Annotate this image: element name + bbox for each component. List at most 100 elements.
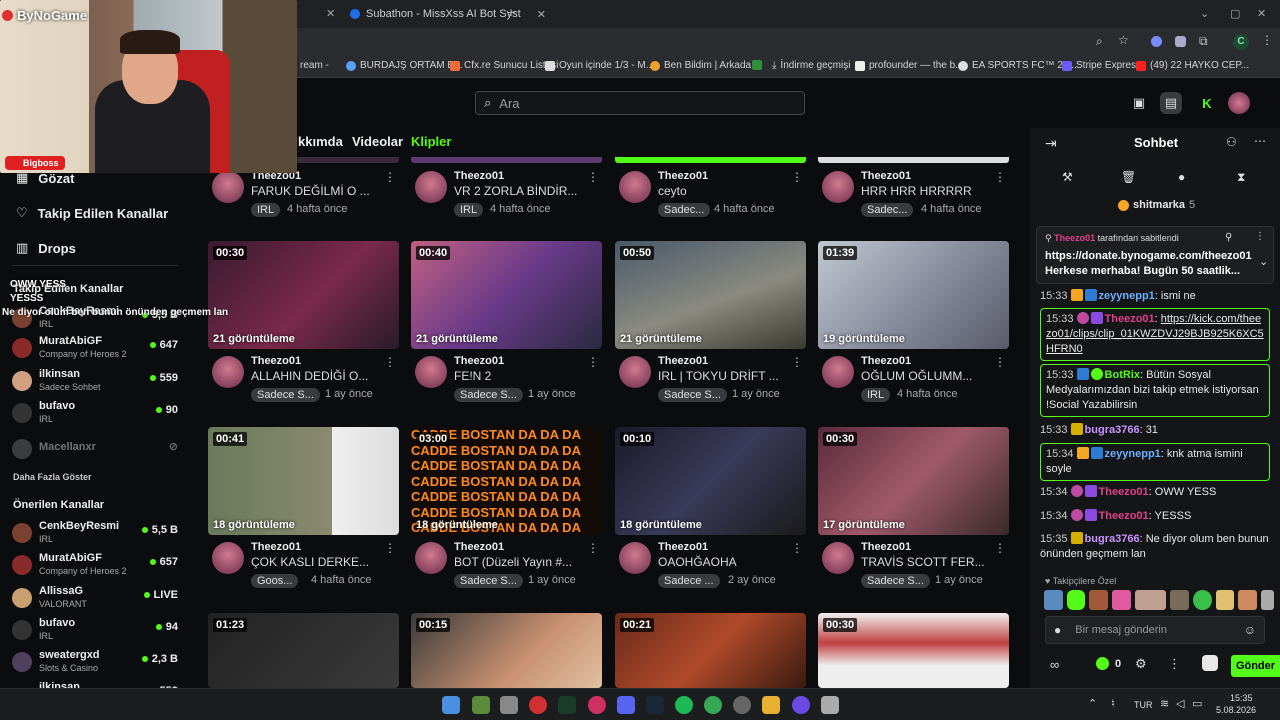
bookmark-item[interactable]: (49) 22 HAYKO CEP... <box>1136 60 1249 71</box>
tab-videos[interactable]: Videolar <box>352 134 403 149</box>
user-settings-icon[interactable]: ⚇ <box>1226 135 1237 149</box>
emote-icon[interactable] <box>1089 590 1108 610</box>
menu-icon[interactable]: ⋮ <box>1261 33 1273 47</box>
chevron-down-icon[interactable]: ⌄ <box>1200 7 1209 20</box>
more-options-icon[interactable]: ⋮ <box>587 170 599 184</box>
clip-thumbnail[interactable]: 00:15 <box>411 613 602 688</box>
app-icon[interactable] <box>588 696 606 714</box>
search-input[interactable]: ⌕ Ara <box>475 91 805 115</box>
chat-message[interactable]: 15:33 zeyynepp1: ismi ne <box>1040 289 1270 304</box>
clock-time[interactable]: 15:35 <box>1230 693 1253 703</box>
chevron-down-icon[interactable]: ⌄ <box>1259 255 1268 268</box>
clip-card[interactable]: Theezo01 BOT (Düzeli Yayın #... Sadece S.… <box>411 541 606 588</box>
puzzle-icon[interactable]: ⧉ <box>1199 34 1208 49</box>
bookmark-item[interactable]: Oyun içinde 1/3 - M... <box>545 60 654 71</box>
gear-icon[interactable]: ⚙ <box>1135 656 1147 672</box>
infinity-icon[interactable]: ∞ <box>1050 657 1059 672</box>
bookmark-item[interactable]: Stripe Express <box>1062 60 1141 71</box>
clip-card[interactable]: Theezo01 ALLAHIN DEDİĞİ O... Sadece S... 1… <box>208 355 403 402</box>
clip-thumbnail[interactable]: 00:21 <box>615 613 806 688</box>
new-tab-button[interactable]: + <box>507 4 515 20</box>
hammer-icon[interactable]: ⚒ <box>1062 170 1073 184</box>
bookmark-item[interactable]: ⤓ İndirme geçmişi <box>772 60 850 71</box>
chat-message[interactable]: 15:33 bugra3766: 31 <box>1040 423 1270 438</box>
more-options-icon[interactable]: ⋮ <box>994 170 1006 184</box>
emote-icon[interactable] <box>1238 590 1257 610</box>
clip-thumbnail[interactable] <box>818 157 1009 163</box>
battery-icon[interactable]: ▭ <box>1192 697 1202 710</box>
bookmark-item[interactable]: profounder — the b... <box>855 60 964 71</box>
emote-icon[interactable] <box>1044 590 1063 610</box>
shield-icon[interactable] <box>1175 36 1186 47</box>
more-options-icon[interactable]: ⋮ <box>791 355 803 369</box>
volume-icon[interactable]: ◁ <box>1176 697 1184 710</box>
show-more-link[interactable]: Daha Fazla Göster <box>13 472 92 482</box>
more-options-icon[interactable]: ⋮ <box>994 355 1006 369</box>
browser-tab[interactable]: Subathon - MissXss AI Bot Syst ✕ <box>350 4 546 24</box>
more-icon[interactable]: ⋮ <box>1168 656 1181 672</box>
emote-icon[interactable] <box>1260 590 1275 610</box>
folder-icon[interactable] <box>762 696 780 714</box>
kick-logo-icon[interactable]: K <box>1196 92 1218 114</box>
unpin-icon[interactable]: ⚲ <box>1225 232 1232 243</box>
chat-message[interactable]: 15:34 zeyynepp1: knk atma ismini soyle <box>1040 443 1270 481</box>
sidebar-item-following[interactable]: ♡ Takip Edilen Kanallar <box>16 205 168 221</box>
windows-start-icon[interactable] <box>442 696 460 714</box>
extension-icon[interactable] <box>1151 36 1162 47</box>
followed-channel[interactable]: MuratAbiGF Company of Heroes 2 647 <box>12 335 180 363</box>
language-indicator[interactable]: TUR <box>1134 700 1153 710</box>
chevron-up-icon[interactable]: ⌃ <box>1088 697 1097 710</box>
bookmark-item[interactable]: EA SPORTS FC™ 24... <box>958 60 1077 71</box>
bookmark-item[interactable]: BURDAJŞ ORTAM B... <box>346 60 462 71</box>
chrome-icon[interactable] <box>704 696 722 714</box>
chat-message[interactable]: 15:34 Theezo01: YESSS <box>1040 509 1270 524</box>
app-icon[interactable] <box>821 696 839 714</box>
app-icon[interactable] <box>733 696 751 714</box>
clip-thumbnail[interactable]: 01:39 19 görüntüleme <box>818 241 1009 349</box>
emote-icon[interactable] <box>1111 590 1131 610</box>
more-options-icon[interactable]: ⋮ <box>994 541 1006 555</box>
clip-thumbnail[interactable] <box>615 157 806 163</box>
more-options-icon[interactable]: ⋮ <box>587 355 599 369</box>
chat-message[interactable]: 15:34 Theezo01: OWW YESS <box>1040 485 1270 500</box>
app-icon[interactable] <box>558 696 576 714</box>
followed-channel[interactable]: bufavo IRL 90 <box>12 400 180 428</box>
emote-icon[interactable] <box>1215 590 1235 610</box>
clip-thumbnail[interactable]: 00:41 18 görüntüleme <box>208 427 399 535</box>
followed-channel[interactable]: ilkinsan Sadece Sohbet 559 <box>12 368 180 396</box>
emoji-icon[interactable]: ☺ <box>1244 623 1256 637</box>
more-options-icon[interactable]: ⋮ <box>384 355 396 369</box>
channel-points[interactable]: 0 <box>1096 657 1121 670</box>
recommended-channel[interactable]: CenkBeyResmi IRL 5,5 B <box>12 520 180 548</box>
emote-icon[interactable] <box>1066 590 1086 610</box>
restore-icon[interactable]: ▢ <box>1230 7 1240 20</box>
clip-thumbnail[interactable]: 01:23 <box>208 613 399 688</box>
recommended-channel[interactable]: bufavo IRL 94 <box>12 617 180 645</box>
sidebar-item-drops[interactable]: ▥ Drops <box>16 240 76 256</box>
steam-icon[interactable] <box>646 696 664 714</box>
clip-card[interactable]: Theezo01 TRAVİS SCOTT FER... Sadece S... 1… <box>818 541 1013 588</box>
wifi-icon[interactable]: ≋ <box>1160 697 1169 710</box>
clip-thumbnail[interactable]: 00:30 <box>818 613 1009 688</box>
clip-card[interactable]: Theezo01 HRR HRR HRRRRR Sadec... 4 hafta ö… <box>818 170 1013 217</box>
clock-date[interactable]: 5.08.2026 <box>1216 705 1256 715</box>
close-icon[interactable]: ✕ <box>326 7 335 20</box>
zoom-icon[interactable]: ⌕ <box>1096 34 1103 49</box>
clip-thumbnail[interactable]: 00:40 21 görüntüleme <box>411 241 602 349</box>
emote-icon[interactable] <box>1134 590 1167 610</box>
tab-clips[interactable]: Klipler <box>411 134 451 149</box>
chat-message[interactable]: 15:33 BotRix: Bütün Sosyal Medyalarımızda… <box>1040 364 1270 417</box>
clip-card[interactable]: Theezo01 FARUK DEĞİLMİ O ... IRL 4 hafta ö… <box>208 170 403 217</box>
bookmark-item[interactable]: Ben Bildim | Arkada... <box>650 60 759 71</box>
app-icon[interactable] <box>792 696 810 714</box>
clip-card[interactable]: Theezo01 OĞLUM OĞLUMM... IRL 4 hafta önce … <box>818 355 1013 402</box>
bookmark-item[interactable]: Cfx.re Sunucu Listesi <box>450 60 559 71</box>
tab-about[interactable]: kkımda <box>298 134 343 149</box>
gift-icon[interactable] <box>1202 655 1218 671</box>
clip-thumbnail[interactable]: 00:30 17 görüntüleme <box>818 427 1009 535</box>
dashboard-icon[interactable]: ▤ <box>1160 92 1182 114</box>
close-icon[interactable]: ✕ <box>537 8 546 21</box>
chat-bubble-icon[interactable]: ● <box>1178 170 1185 184</box>
close-window-icon[interactable]: ✕ <box>1257 7 1266 20</box>
discord-icon[interactable] <box>617 696 635 714</box>
